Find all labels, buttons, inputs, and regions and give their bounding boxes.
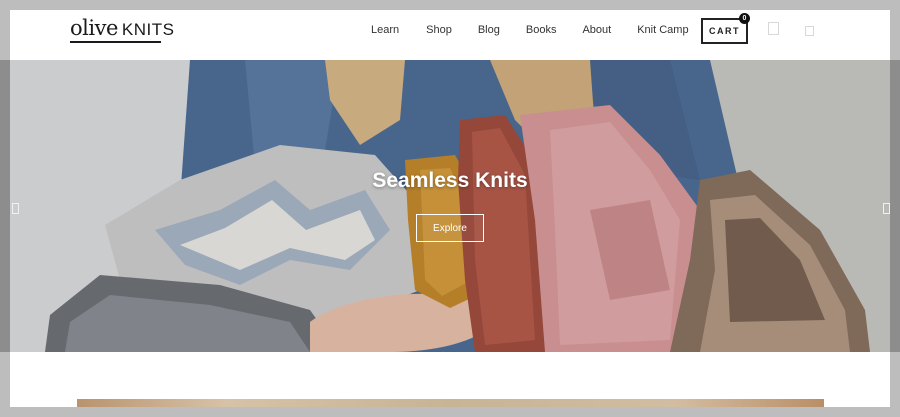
explore-button[interactable]: Explore (416, 214, 484, 242)
content-section (10, 352, 890, 407)
account-icon[interactable] (768, 22, 779, 35)
nav-about[interactable]: About (582, 24, 611, 36)
search-icon[interactable] (805, 26, 814, 36)
cart-label: CART (709, 26, 740, 36)
main-nav: Learn Shop Blog Books About Knit Camp (371, 24, 689, 36)
page: olive KNITS Learn Shop Blog Books About … (10, 10, 890, 407)
hero-banner: Seamless Knits Explore (10, 60, 890, 352)
slider-next-arrow[interactable] (883, 203, 890, 214)
logo[interactable]: olive KNITS (70, 16, 174, 46)
nav-shop[interactable]: Shop (426, 24, 452, 36)
frame-shade-left (0, 60, 10, 352)
slider-prev-arrow[interactable] (12, 203, 19, 214)
logo-word: KNITS (121, 20, 175, 39)
site-header: olive KNITS Learn Shop Blog Books About … (10, 10, 890, 60)
nav-learn[interactable]: Learn (371, 24, 399, 36)
hero-title: Seamless Knits (372, 169, 528, 192)
hero-image (10, 60, 890, 352)
logo-script: olive (70, 16, 118, 40)
nav-books[interactable]: Books (526, 24, 557, 36)
explore-button-label: Explore (433, 222, 467, 234)
nav-knit-camp[interactable]: Knit Camp (637, 24, 688, 36)
logo-underline (70, 41, 161, 43)
cart-count-badge: 0 (739, 13, 750, 24)
frame-shade-right (890, 60, 900, 352)
nav-blog[interactable]: Blog (478, 24, 500, 36)
feature-image[interactable] (77, 399, 824, 407)
